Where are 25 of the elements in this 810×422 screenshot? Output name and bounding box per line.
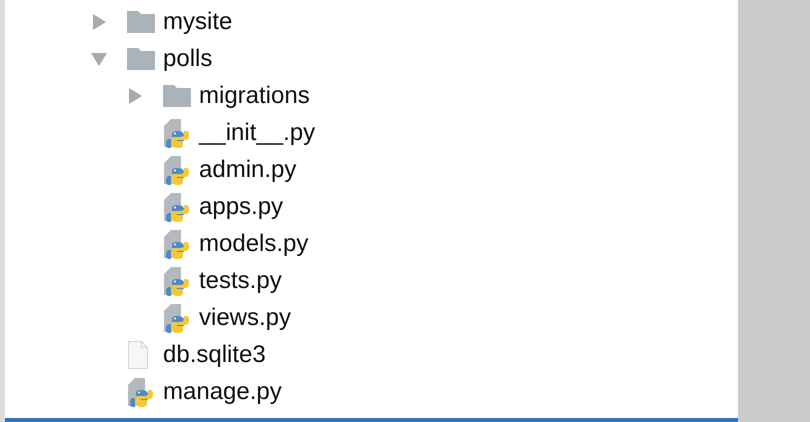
folder-name[interactable]: migrations xyxy=(199,80,310,110)
file-name[interactable]: admin.py xyxy=(199,154,296,184)
folder-icon xyxy=(127,48,155,70)
file-name[interactable]: manage.py xyxy=(163,376,282,406)
file-name[interactable]: models.py xyxy=(199,228,308,258)
file-name[interactable]: apps.py xyxy=(199,192,284,222)
python-file-icon xyxy=(127,376,153,406)
python-file-icon xyxy=(163,302,189,332)
python-file-icon xyxy=(163,228,189,258)
python-file-icon xyxy=(163,118,189,148)
folder-name[interactable]: mysite xyxy=(163,6,232,36)
file-name[interactable]: tests.py xyxy=(199,266,282,296)
file-name[interactable]: db.sqlite3 xyxy=(163,340,266,370)
file-name[interactable]: __init__.py xyxy=(199,118,316,148)
folder-icon xyxy=(163,84,191,106)
file-name[interactable]: views.py xyxy=(199,302,292,332)
expand-arrow-icon[interactable] xyxy=(91,14,107,30)
file-icon xyxy=(127,340,149,370)
python-file-icon xyxy=(163,192,189,222)
python-file-icon xyxy=(163,266,189,296)
folder-icon xyxy=(127,10,155,32)
expand-arrow-icon[interactable] xyxy=(127,88,143,104)
collapse-arrow-icon[interactable] xyxy=(91,50,107,66)
python-file-icon xyxy=(163,154,189,184)
folder-name[interactable]: polls xyxy=(163,44,212,74)
